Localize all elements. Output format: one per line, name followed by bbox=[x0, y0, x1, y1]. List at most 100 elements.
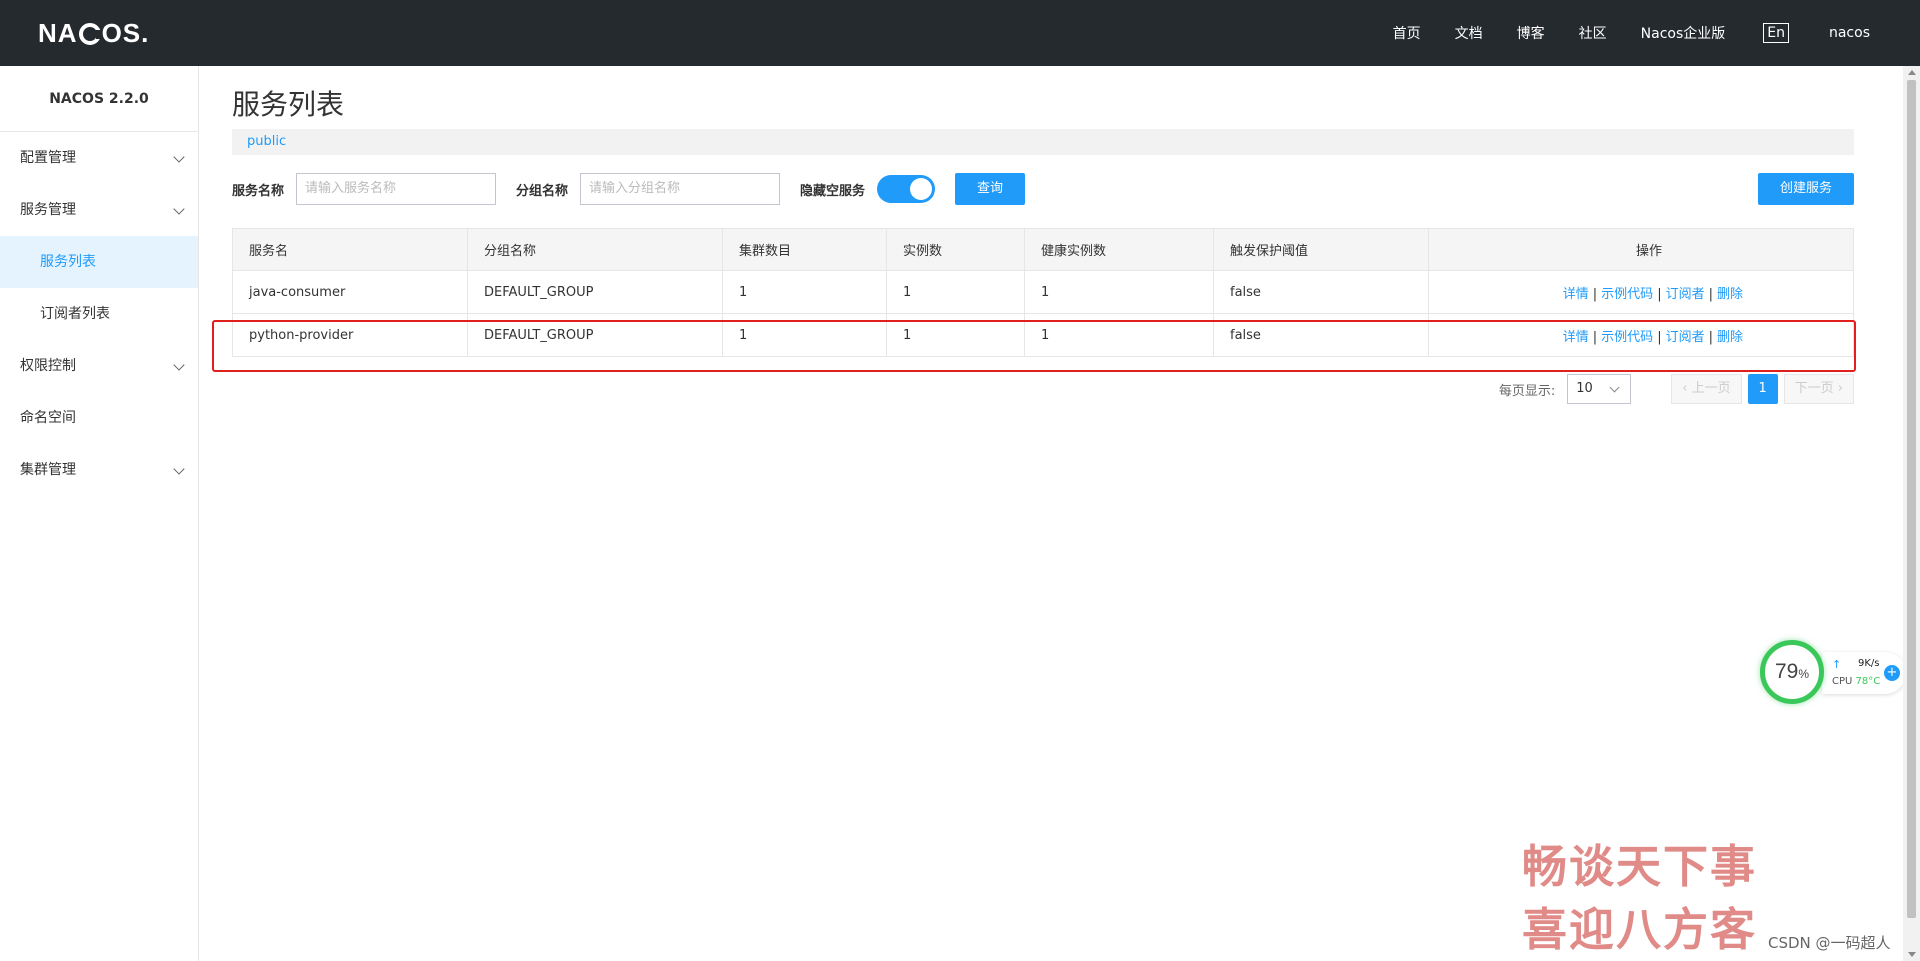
speed-panel: ↑ 9K/s CPU 78°C + bbox=[1822, 652, 1906, 694]
top-nav: 首页 文档 博客 社区 Nacos企业版 En nacos bbox=[1359, 0, 1870, 66]
table-row: java-consumer DEFAULT_GROUP 1 1 1 false … bbox=[232, 270, 1854, 314]
nav-docs[interactable]: 文档 bbox=[1455, 23, 1483, 43]
details-link[interactable]: 详情 bbox=[1563, 287, 1589, 302]
chevron-down-icon bbox=[172, 444, 186, 496]
create-service-button[interactable]: 创建服务 bbox=[1757, 173, 1854, 205]
cell-healthy-count: 1 bbox=[1024, 270, 1214, 314]
service-name-input[interactable]: 请输入服务名称 bbox=[296, 173, 497, 205]
sidebar-item-label: 配置管理 bbox=[20, 150, 76, 166]
table-row: python-provider DEFAULT_GROUP 1 1 1 fals… bbox=[232, 313, 1854, 357]
plus-icon[interactable]: + bbox=[1884, 665, 1900, 681]
sidebar-item-service-list[interactable]: 服务列表 bbox=[0, 236, 198, 288]
sidebar-item-config[interactable]: 配置管理 bbox=[0, 132, 198, 184]
sidebar-item-access-control[interactable]: 权限控制 bbox=[0, 340, 198, 392]
prev-page-label: 上一页 bbox=[1691, 381, 1731, 396]
filter-bar: 服务名称 请输入服务名称 分组名称 请输入分组名称 隐藏空服务 查询 创建服务 bbox=[232, 173, 1854, 205]
sidebar-item-label: 服务管理 bbox=[20, 202, 76, 218]
namespace-bar: public bbox=[232, 129, 1854, 155]
memory-usage-ring: 79% bbox=[1760, 640, 1824, 704]
nav-blog[interactable]: 博客 bbox=[1517, 23, 1545, 43]
delete-link[interactable]: 删除 bbox=[1717, 287, 1743, 302]
sidebar-item-label: 集群管理 bbox=[20, 462, 76, 478]
cell-operations: 详情 | 示例代码 | 订阅者 | 删除 bbox=[1428, 313, 1854, 357]
page-number-current[interactable]: 1 bbox=[1747, 374, 1778, 404]
query-button[interactable]: 查询 bbox=[955, 173, 1026, 205]
top-navbar: NA OS. 首页 文档 博客 社区 Nacos企业版 En nacos bbox=[0, 0, 1920, 66]
col-protect-threshold: 触发保护阈值 bbox=[1213, 228, 1429, 271]
subscribers-link[interactable]: 订阅者 bbox=[1666, 330, 1705, 345]
service-table: 服务名 分组名称 集群数目 实例数 健康实例数 触发保护阈值 操作 java-c… bbox=[232, 228, 1854, 357]
subscribers-link[interactable]: 订阅者 bbox=[1666, 287, 1705, 302]
cell-service-name: java-consumer bbox=[232, 270, 468, 314]
chevron-down-icon bbox=[172, 340, 186, 392]
vertical-scrollbar[interactable] bbox=[1903, 66, 1920, 961]
chevron-down-icon bbox=[172, 132, 186, 184]
chevron-down-icon bbox=[172, 184, 186, 236]
col-group-name: 分组名称 bbox=[467, 228, 723, 271]
pagination: 每页显示: 10 ‹ 上一页 1 下一页 › bbox=[1499, 373, 1854, 405]
next-page-button[interactable]: 下一页 › bbox=[1783, 374, 1854, 404]
user-menu[interactable]: nacos bbox=[1829, 25, 1870, 41]
watermark-line-1: 畅谈天下事 bbox=[1522, 840, 1758, 893]
sidebar-item-label: 权限控制 bbox=[20, 358, 76, 374]
hide-empty-label: 隐藏空服务 bbox=[800, 183, 866, 199]
scroll-thumb[interactable] bbox=[1907, 80, 1916, 918]
sidebar-item-subscribers[interactable]: 订阅者列表 bbox=[0, 288, 198, 340]
group-name-label: 分组名称 bbox=[516, 183, 569, 199]
nav-home[interactable]: 首页 bbox=[1393, 23, 1421, 43]
sample-code-link[interactable]: 示例代码 bbox=[1601, 287, 1653, 302]
page-title: 服务列表 bbox=[232, 88, 345, 121]
sidebar: NACOS 2.2.0 配置管理 服务管理 服务列表 订阅者列表 权限控制 命名… bbox=[0, 66, 199, 961]
cell-instance-count: 1 bbox=[886, 313, 1025, 357]
language-switch[interactable]: En bbox=[1763, 23, 1789, 43]
col-operations: 操作 bbox=[1428, 228, 1854, 271]
sidebar-item-namespace[interactable]: 命名空间 bbox=[0, 392, 198, 444]
table-header: 服务名 分组名称 集群数目 实例数 健康实例数 触发保护阈值 操作 bbox=[232, 228, 1854, 271]
col-service-name: 服务名 bbox=[232, 228, 468, 271]
cell-group-name: DEFAULT_GROUP bbox=[467, 270, 723, 314]
per-page-label: 每页显示: bbox=[1498, 383, 1556, 399]
cell-protect-threshold: false bbox=[1213, 313, 1429, 357]
col-instance-count: 实例数 bbox=[886, 228, 1025, 271]
cell-protect-threshold: false bbox=[1213, 270, 1429, 314]
cpu-label: CPU bbox=[1832, 676, 1853, 687]
delete-link[interactable]: 删除 bbox=[1717, 330, 1743, 345]
cpu-temp: 78°C bbox=[1855, 676, 1881, 687]
cell-group-name: DEFAULT_GROUP bbox=[467, 313, 723, 357]
scroll-down-arrow-icon[interactable] bbox=[1908, 952, 1916, 957]
usage-percent: 79 bbox=[1774, 660, 1799, 683]
watermark-line-2: 喜迎八方客 bbox=[1522, 903, 1758, 956]
group-name-input[interactable]: 请输入分组名称 bbox=[580, 173, 781, 205]
network-speed: 9K/s bbox=[1858, 658, 1880, 669]
col-healthy-count: 健康实例数 bbox=[1024, 228, 1214, 271]
usage-unit: % bbox=[1798, 667, 1810, 681]
cell-healthy-count: 1 bbox=[1024, 313, 1214, 357]
cell-operations: 详情 | 示例代码 | 订阅者 | 删除 bbox=[1428, 270, 1854, 314]
prev-page-button[interactable]: ‹ 上一页 bbox=[1671, 374, 1742, 404]
main-content: 服务列表 public 服务名称 请输入服务名称 分组名称 请输入分组名称 隐藏… bbox=[232, 66, 1854, 404]
per-page-select[interactable]: 10 bbox=[1567, 374, 1632, 404]
next-page-label: 下一页 bbox=[1794, 381, 1834, 396]
nav-community[interactable]: 社区 bbox=[1579, 23, 1607, 43]
cell-service-name: python-provider bbox=[232, 313, 468, 357]
cpu-readout: CPU 78°C bbox=[1832, 676, 1880, 687]
sidebar-item-cluster[interactable]: 集群管理 bbox=[0, 444, 198, 496]
scroll-up-arrow-icon[interactable] bbox=[1908, 70, 1916, 75]
toggle-knob bbox=[910, 178, 933, 200]
nav-enterprise[interactable]: Nacos企业版 bbox=[1641, 23, 1726, 43]
sidebar-item-service-management[interactable]: 服务管理 bbox=[0, 184, 198, 236]
sample-code-link[interactable]: 示例代码 bbox=[1601, 330, 1653, 345]
cell-cluster-count: 1 bbox=[722, 313, 887, 357]
service-name-label: 服务名称 bbox=[232, 183, 285, 199]
col-cluster-count: 集群数目 bbox=[722, 228, 887, 271]
cell-instance-count: 1 bbox=[886, 270, 1025, 314]
version-title: NACOS 2.2.0 bbox=[0, 66, 198, 132]
performance-widget[interactable]: ↑ 9K/s CPU 78°C + 79% bbox=[1760, 640, 1908, 706]
upload-arrow-icon: ↑ bbox=[1832, 658, 1842, 671]
sidebar-item-label: 命名空间 bbox=[20, 410, 76, 426]
namespace-public[interactable]: public bbox=[247, 134, 286, 149]
csdn-credit: CSDN @一码超人 bbox=[1768, 934, 1891, 952]
nacos-logo[interactable]: NA OS. bbox=[38, 18, 149, 49]
hide-empty-toggle[interactable] bbox=[877, 175, 936, 203]
details-link[interactable]: 详情 bbox=[1563, 330, 1589, 345]
